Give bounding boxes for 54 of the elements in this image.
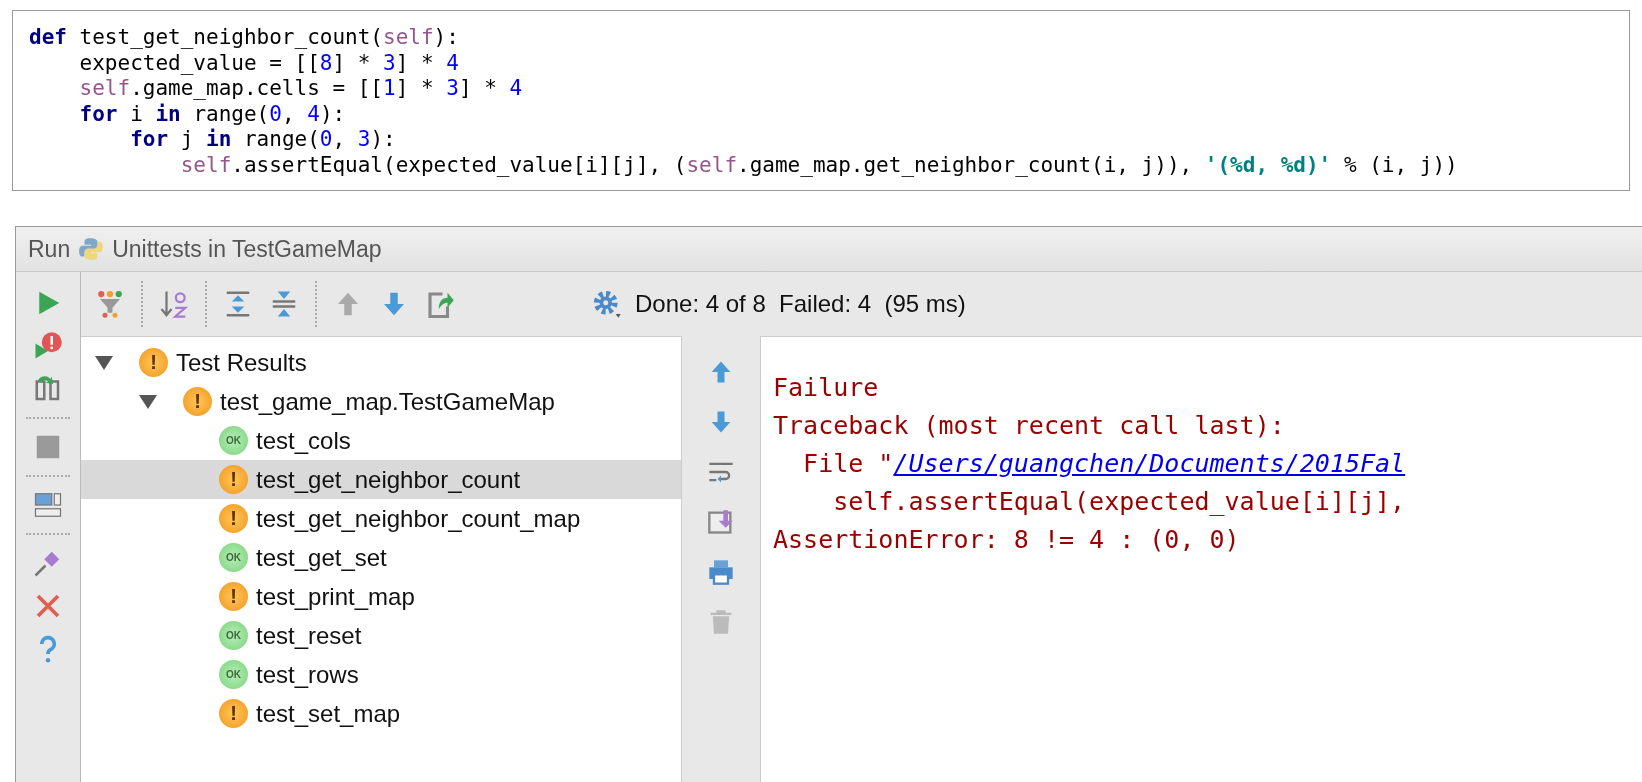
console-line: AssertionError: 8 != 4 : (0, 0) xyxy=(773,524,1241,556)
console-line: Traceback (most recent call last): xyxy=(773,410,1286,442)
filter-icon[interactable] xyxy=(95,289,125,319)
tree-item[interactable]: test_set_map xyxy=(256,699,401,728)
tree-item[interactable]: test_reset xyxy=(256,621,362,650)
export-icon[interactable] xyxy=(425,289,455,319)
scroll-to-end-icon[interactable] xyxy=(707,508,735,536)
status-badge: ! xyxy=(139,348,168,377)
tree-item[interactable]: test_get_neighbor_count_map xyxy=(256,504,581,533)
tree-row[interactable]: OK test_get_set xyxy=(81,538,681,577)
panel-title: Unittests in TestGameMap xyxy=(112,235,382,263)
code-line: for i in range(0, 4): xyxy=(78,101,347,127)
status-badge: OK xyxy=(219,660,248,689)
status-badge: ! xyxy=(219,465,248,494)
expand-arrow-icon[interactable] xyxy=(139,394,157,409)
console-line: File "/Users/guangchen/Documents/2015Fal xyxy=(802,448,1407,480)
code-line: expected_value = [[8] * 3] * 4 xyxy=(78,50,460,76)
sort-icon[interactable] xyxy=(159,289,189,319)
tree-item[interactable]: test_get_neighbor_count xyxy=(256,465,521,494)
code-line: self.assertEqual(expected_value[i][j], (self.game_map.get_neighbor_count(i, j)), '(%d, %d)' % (i, j)) xyxy=(179,152,1459,178)
tree-row[interactable]: OK test_cols xyxy=(81,421,681,460)
tree-item[interactable]: test_print_map xyxy=(256,582,415,611)
tree-item[interactable]: test_cols xyxy=(256,426,351,455)
layout-icon[interactable] xyxy=(33,490,63,520)
status-badge: ! xyxy=(219,582,248,611)
settings-icon[interactable] xyxy=(591,289,623,319)
code-line: self.game_map.cells = [[1] * 3] * 4 xyxy=(78,76,524,102)
tree-item[interactable]: test_rows xyxy=(256,660,359,689)
status-badge: OK xyxy=(219,543,248,572)
file-link[interactable]: /Users/guangchen/Documents/2015Fal xyxy=(893,449,1406,478)
print-icon[interactable] xyxy=(707,558,735,586)
console-line: self.assertEqual(expected_value[i][j], xyxy=(832,486,1407,518)
console-line: Failure xyxy=(773,372,880,404)
tree-row[interactable]: ! test_get_neighbor_count xyxy=(81,460,681,499)
tree-row[interactable]: ! test_print_map xyxy=(81,577,681,616)
panel-label: Run xyxy=(28,235,71,263)
tree-item[interactable]: Test Results xyxy=(176,348,307,377)
code-line: def test_get_neighbor_count(self): xyxy=(29,25,460,51)
status-badge: ! xyxy=(183,387,212,416)
python-icon xyxy=(78,236,105,262)
tree-item[interactable]: test_game_map.TestGameMap xyxy=(220,387,555,416)
test-status-text: Done: 4 of 8 Failed: 4 (95 ms) xyxy=(635,290,966,318)
code-line: for j in range(0, 3): xyxy=(129,127,397,153)
status-badge: OK xyxy=(219,426,248,455)
status-badge: ! xyxy=(219,699,248,728)
tree-row[interactable]: ! test_get_neighbor_count_map xyxy=(81,499,681,538)
tree-row[interactable]: OK test_rows xyxy=(81,655,681,694)
tree-row[interactable]: OK test_reset xyxy=(81,616,681,655)
rerun-failed-icon[interactable] xyxy=(33,331,63,361)
tree-item[interactable]: test_get_set xyxy=(256,543,387,572)
status-badge: ! xyxy=(219,504,248,533)
tree-row[interactable]: ! test_set_map xyxy=(81,694,681,733)
expand-arrow-icon[interactable] xyxy=(95,355,113,370)
status-badge: OK xyxy=(219,621,248,650)
